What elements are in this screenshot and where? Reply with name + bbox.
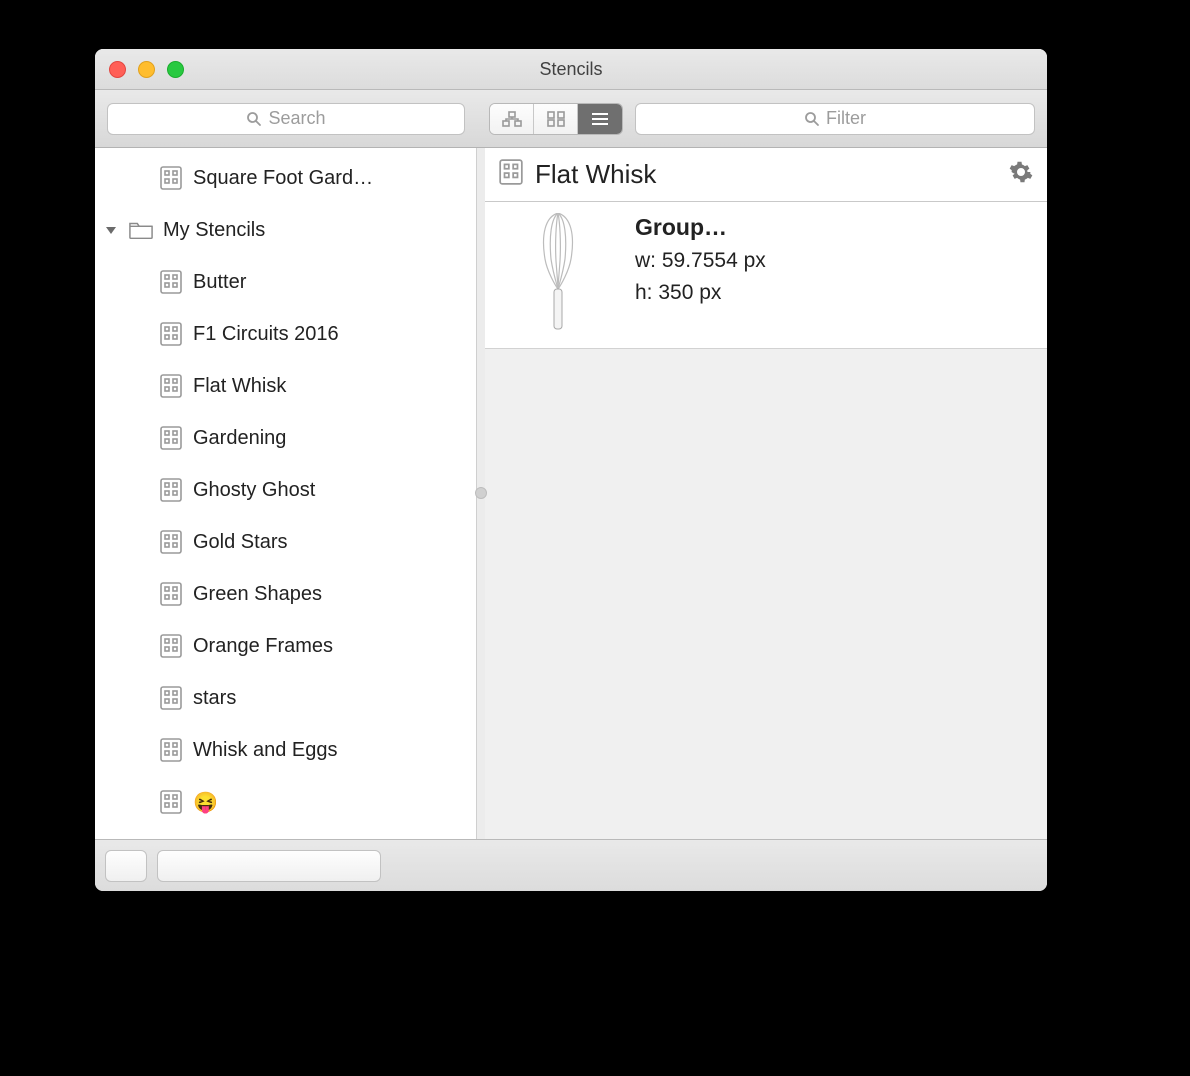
sidebar-item-label: Gold Stars <box>193 531 476 554</box>
stencil-width: w: 59.7554 px <box>635 249 766 273</box>
sidebar-item[interactable]: Gold Stars <box>95 516 476 568</box>
sidebar-folder-label: My Stencils <box>163 219 476 242</box>
search-input[interactable]: Search <box>107 103 465 135</box>
stencil-meta: Group… w: 59.7554 px h: 350 px <box>635 212 766 332</box>
sidebar-item-label: 😝 <box>193 790 476 815</box>
sidebar-item-partial[interactable]: Square Foot Gard… <box>95 152 476 204</box>
minimize-button[interactable] <box>138 61 155 78</box>
stencil-list-item[interactable]: Group… w: 59.7554 px h: 350 px <box>485 202 1047 349</box>
sidebar-item[interactable]: Gardening <box>95 412 476 464</box>
stencil-icon <box>159 530 183 554</box>
footer <box>95 839 1047 891</box>
view-mode-hierarchy[interactable] <box>490 104 534 134</box>
sidebar-item[interactable]: Green Shapes <box>95 568 476 620</box>
content-title: Flat Whisk <box>535 159 997 190</box>
sidebar-item[interactable]: Ghosty Ghost <box>95 464 476 516</box>
footer-field[interactable] <box>157 850 381 882</box>
stencil-height: h: 350 px <box>635 281 766 305</box>
grid-icon <box>547 111 565 127</box>
divider-handle-icon <box>475 487 487 499</box>
sidebar-item-label: Green Shapes <box>193 583 476 606</box>
view-mode-list[interactable] <box>578 104 622 134</box>
toolbar: Search <box>95 90 1047 148</box>
stencil-icon <box>159 738 183 762</box>
settings-button[interactable] <box>1009 160 1033 189</box>
sidebar-item[interactable]: F1 Circuits 2016 <box>95 308 476 360</box>
body: Square Foot Gard… My Stencils Butter <box>95 148 1047 839</box>
sidebar-item[interactable]: 😝 <box>95 776 476 828</box>
stencil-icon <box>499 159 523 190</box>
stencil-icon <box>159 426 183 450</box>
stencil-icon <box>159 790 183 814</box>
stencil-icon <box>159 374 183 398</box>
sidebar-folder-my-stencils[interactable]: My Stencils <box>95 204 476 256</box>
stencil-icon <box>159 270 183 294</box>
sidebar-item-label: Whisk and Eggs <box>193 739 476 762</box>
sidebar-item[interactable]: Whisk and Eggs <box>95 724 476 776</box>
view-mode-segmented <box>489 103 623 135</box>
sidebar-item-label: Ghosty Ghost <box>193 479 476 502</box>
search-placeholder: Search <box>268 108 325 129</box>
search-icon <box>804 111 820 127</box>
sidebar-item-label: Butter <box>193 271 476 294</box>
titlebar: Stencils <box>95 49 1047 90</box>
stencil-tree[interactable]: Square Foot Gard… My Stencils Butter <box>95 148 476 839</box>
sidebar-item-label: F1 Circuits 2016 <box>193 323 476 346</box>
stencil-icon <box>159 582 183 606</box>
sidebar-item-label: Orange Frames <box>193 635 476 658</box>
stencil-thumbnail <box>503 212 613 332</box>
stencil-icon <box>159 166 183 190</box>
search-icon <box>246 111 262 127</box>
content-pane: Flat Whisk Group… w: 59.7554 px <box>485 148 1047 839</box>
whisk-icon <box>537 213 579 331</box>
stencil-icon <box>159 634 183 658</box>
filter-input[interactable]: Filter <box>635 103 1035 135</box>
footer-action-button[interactable] <box>105 850 147 882</box>
list-icon <box>590 111 610 127</box>
sidebar-item-label: Flat Whisk <box>193 375 476 398</box>
sidebar: Square Foot Gard… My Stencils Butter <box>95 148 477 839</box>
sidebar-item-label: stars <box>193 687 476 710</box>
stencil-icon <box>159 322 183 346</box>
disclosure-triangle-icon[interactable] <box>103 224 119 236</box>
traffic-lights <box>95 61 184 78</box>
sidebar-item[interactable]: Flat Whisk <box>95 360 476 412</box>
stencil-name: Group… <box>635 214 766 241</box>
gear-icon <box>1009 160 1033 184</box>
hierarchy-icon <box>502 111 522 127</box>
stencil-icon <box>159 686 183 710</box>
sidebar-item-label: Square Foot Gard… <box>193 167 476 190</box>
sidebar-item[interactable]: stars <box>95 672 476 724</box>
stencils-window: Stencils Search <box>95 49 1047 891</box>
stencil-icon <box>159 478 183 502</box>
close-button[interactable] <box>109 61 126 78</box>
folder-icon <box>129 220 153 240</box>
filter-placeholder: Filter <box>826 108 866 129</box>
sidebar-item-label: Gardening <box>193 427 476 450</box>
view-mode-grid[interactable] <box>534 104 578 134</box>
window-title: Stencils <box>95 59 1047 80</box>
sidebar-item[interactable]: Orange Frames <box>95 620 476 672</box>
split-divider[interactable] <box>477 148 485 839</box>
sidebar-item[interactable]: Butter <box>95 256 476 308</box>
zoom-button[interactable] <box>167 61 184 78</box>
content-header: Flat Whisk <box>485 148 1047 202</box>
